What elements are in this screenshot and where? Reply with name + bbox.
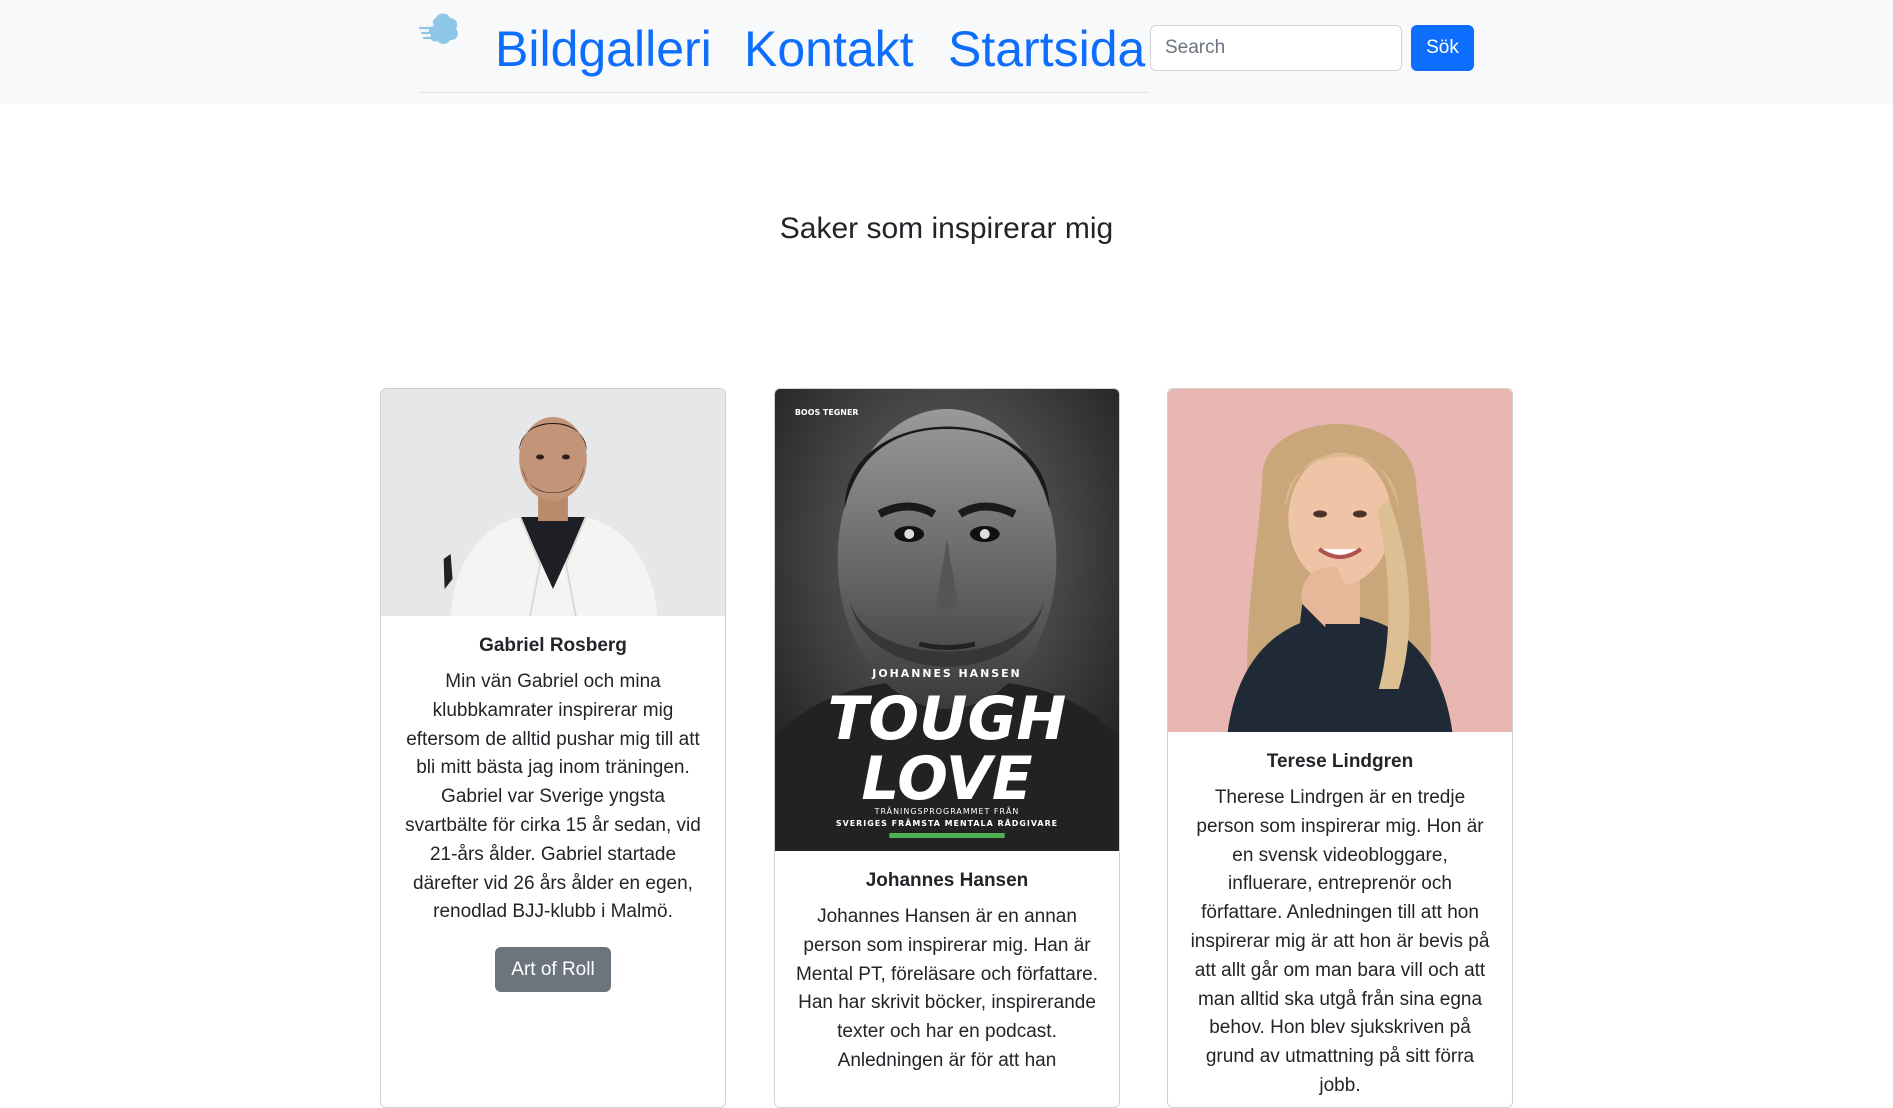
card-title: Johannes Hansen: [865, 870, 1029, 891]
search-input[interactable]: [1150, 25, 1402, 71]
navbar: Bildgalleri Kontakt Startsida Sök: [0, 0, 1893, 104]
card-body: Johannes Hansen Johannes Hansen är en an…: [775, 851, 1119, 1107]
book-publisher-text: BOOS TEGNER: [795, 408, 859, 417]
card-text: Therese Lindrgen är en tredje person som…: [1190, 787, 1490, 1096]
book-subtitle-line1: TRÄNINGSPROGRAMMET FRÅN: [874, 805, 1020, 816]
book-author-text: JOHANNES HANSEN: [871, 667, 1021, 680]
card-text: Johannes Hansen är en annan person som i…: [795, 906, 1099, 1071]
card-title: Terese Lindgren: [1266, 751, 1414, 772]
card-johannes-hansen: BOOS TEGNER JOHANNES HANSEN TOUGH LOVE T…: [774, 388, 1120, 1108]
book-subtitle-line2: SVERIGES FRÄMSTA MENTALA RÅDGIVARE: [836, 818, 1058, 828]
card-image-terese: [1168, 389, 1512, 732]
brand-logo-icon[interactable]: [418, 8, 462, 52]
nav-link-kontakt[interactable]: Kontakt: [744, 16, 914, 82]
nav-link-startsida[interactable]: Startsida: [948, 16, 1145, 82]
page-title: Saker som inspirerar mig: [779, 212, 1114, 245]
nav-divider: [420, 92, 1148, 93]
card-text: Min vän Gabriel och mina klubbkamrater i…: [405, 671, 701, 923]
book-title-line2: LOVE: [861, 744, 1032, 814]
card-image-tough-love-book: BOOS TEGNER JOHANNES HANSEN TOUGH LOVE T…: [775, 389, 1119, 851]
card-gabriel-rosberg: Gabriel Rosberg Min vän Gabriel och mina…: [380, 388, 726, 1108]
card-title: Gabriel Rosberg: [479, 635, 627, 656]
card-body: Gabriel Rosberg Min vän Gabriel och mina…: [381, 616, 725, 1008]
card-image-gabriel: [381, 389, 725, 616]
card-body: Terese Lindgren Therese Lindrgen är en t…: [1168, 732, 1512, 1107]
search-button[interactable]: Sök: [1411, 25, 1474, 71]
art-of-roll-button[interactable]: Art of Roll: [495, 947, 611, 993]
card-terese-lindgren: Terese Lindgren Therese Lindrgen är en t…: [1167, 388, 1513, 1108]
nav-link-bildgalleri[interactable]: Bildgalleri: [495, 16, 712, 82]
